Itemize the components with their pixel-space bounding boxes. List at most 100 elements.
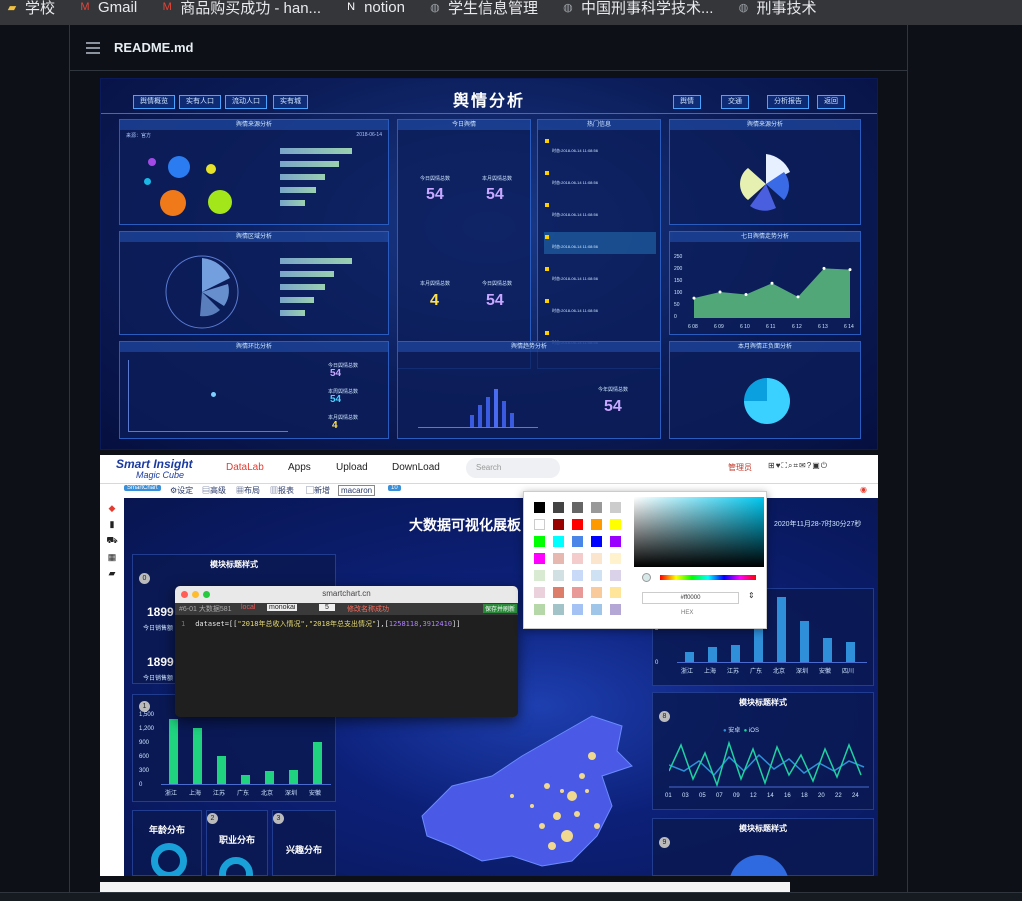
save-refresh-button[interactable]: 保存并刷新 [483,604,518,613]
bookmark-label: 商品购买成功 - han... [180,0,322,17]
module-badge[interactable]: 3 [273,813,284,824]
nav-button-left-4[interactable]: 实有城 [273,95,308,109]
color-swatch[interactable] [572,570,583,581]
bookmark-item[interactable]: ▰ 学校 [4,0,55,17]
color-swatch[interactable] [591,587,602,598]
color-swatch[interactable] [572,502,583,513]
search-input[interactable]: Search [466,458,560,478]
color-swatch[interactable] [572,553,583,564]
font-size-dropdown[interactable]: 5 [319,604,335,611]
module-badge[interactable]: 8 [659,711,670,722]
news-item[interactable]: 时态:2018-06-14 11:08:56 [544,232,656,254]
color-swatch[interactable] [610,587,621,598]
bookmark-item[interactable]: M Gmail [77,0,137,17]
color-swatch[interactable] [534,502,545,513]
color-swatch[interactable] [610,519,621,530]
nav-upload[interactable]: Upload [336,462,368,473]
news-time: 时态:2018-06-14 11:08:56 [552,308,598,313]
code-editor-window[interactable]: smartchart.cn #6-01 大数据581 local monokai… [175,586,518,717]
color-swatch[interactable] [534,587,545,598]
bookmark-item[interactable]: M 商品购买成功 - han... [159,0,321,17]
nav-button-left-1[interactable]: 舆情概览 [133,95,175,109]
cart-icon[interactable]: ⛟ [100,535,124,547]
hex-mode-toggle-icon[interactable]: ⇕ [748,591,755,600]
color-swatch[interactable] [591,502,602,513]
nav-datalab[interactable]: DataLab [226,462,264,473]
news-item[interactable]: 时态:2018-06-14 11:08:56 [544,296,656,318]
color-swatch[interactable] [610,502,621,513]
saturation-value-area[interactable] [634,497,764,567]
code-line[interactable]: 1 dataset=[["2018年总收入情况","2018年总支出情况"],[1… [175,615,518,629]
color-swatch[interactable] [572,587,583,598]
color-swatch[interactable] [553,536,564,547]
news-item[interactable]: 时态:2018-06-14 11:08:56 [544,264,656,286]
nav-apps[interactable]: Apps [288,462,311,473]
bag-icon[interactable]: ▰ [100,568,124,579]
color-swatch[interactable] [534,536,545,547]
bottom-pie [729,855,789,876]
smartchart-badge[interactable]: SmartChart [124,485,161,491]
color-swatch[interactable] [553,502,564,513]
color-swatch[interactable] [534,604,545,615]
toolbar-advanced[interactable]: ▤高级 [202,485,226,496]
diamond-icon[interactable]: ◆ [100,503,124,514]
color-swatch[interactable] [572,536,583,547]
grid-icon[interactable]: ▦ [100,552,124,563]
bookmark-item[interactable]: Nnotion [343,0,405,17]
toolbar-report[interactable]: ▥报表 [270,485,294,496]
admin-user[interactable]: 管理员 [728,462,752,473]
bookmark-item[interactable]: ◍ 学生信息管理 [427,0,538,17]
nav-button-right-4[interactable]: 返回 [817,95,845,109]
module-badge[interactable]: 0 [139,573,150,584]
news-item[interactable]: 时态:2018-06-14 11:08:56 [544,136,656,158]
color-swatch[interactable] [591,519,602,530]
color-swatch[interactable] [553,587,564,598]
color-swatch[interactable] [534,553,545,564]
editor-tab[interactable]: #6-01 大数据581 [179,604,232,614]
color-swatch[interactable] [572,604,583,615]
color-picker[interactable]: #ff0000 ⇕ HEX [523,491,767,629]
color-swatch[interactable] [591,570,602,581]
color-swatch[interactable] [553,553,564,564]
color-swatch[interactable] [591,604,602,615]
color-swatch[interactable] [591,553,602,564]
color-swatch[interactable] [553,570,564,581]
toolbar-add[interactable]: ▢新增 [306,485,330,496]
color-swatch[interactable] [572,519,583,530]
module-badge[interactable]: 1 [139,701,150,712]
color-swatch[interactable] [591,536,602,547]
color-swatch[interactable] [553,519,564,530]
stat-label-1: 今日销售额 [143,626,174,632]
module-badge[interactable]: 9 [659,837,670,848]
color-swatch[interactable] [610,570,621,581]
toolbar-layout[interactable]: ▦布局 [236,485,260,496]
eye-icon[interactable]: ◉ [860,485,867,494]
nav-button-right-1[interactable]: 舆情 [673,95,701,109]
news-item[interactable]: 时态:2018-06-14 11:08:56 [544,200,656,222]
nav-button-right-2[interactable]: 交通 [721,95,749,109]
nav-button-left-3[interactable]: 流动人口 [225,95,267,109]
bookmark-item[interactable]: ◍ 刑事技术 [735,0,817,17]
bookmark-item[interactable]: ◍ 中国刑事科学技术... [560,0,713,17]
news-item[interactable]: 时态:2018-06-14 11:08:56 [544,168,656,190]
color-swatch[interactable] [534,570,545,581]
color-swatch[interactable] [553,604,564,615]
color-swatch[interactable] [610,604,621,615]
today-value-1: 54 [426,186,444,203]
toolbar-settings[interactable]: ⚙设定 [170,485,193,496]
nav-download[interactable]: DownLoad [392,462,440,473]
hue-slider[interactable] [660,575,756,580]
color-swatch[interactable] [534,519,545,530]
nav-button-right-3[interactable]: 分析报告 [767,95,809,109]
theme-dropdown[interactable]: monokai [267,604,298,611]
header-icon-group[interactable]: ⊞♥⛶⌕⌗✉?▣⏻ [768,461,828,471]
outline-list-icon[interactable] [86,41,100,54]
local-toggle[interactable]: local [241,604,255,611]
nav-button-left-2[interactable]: 实有人口 [179,95,221,109]
module-badge[interactable]: 2 [207,813,218,824]
color-swatch[interactable] [610,553,621,564]
color-swatch[interactable] [610,536,621,547]
theme-select[interactable]: macaron [338,485,376,496]
hex-input[interactable]: #ff0000 [642,592,739,604]
bar-chart-icon[interactable]: ▮ [100,519,124,530]
